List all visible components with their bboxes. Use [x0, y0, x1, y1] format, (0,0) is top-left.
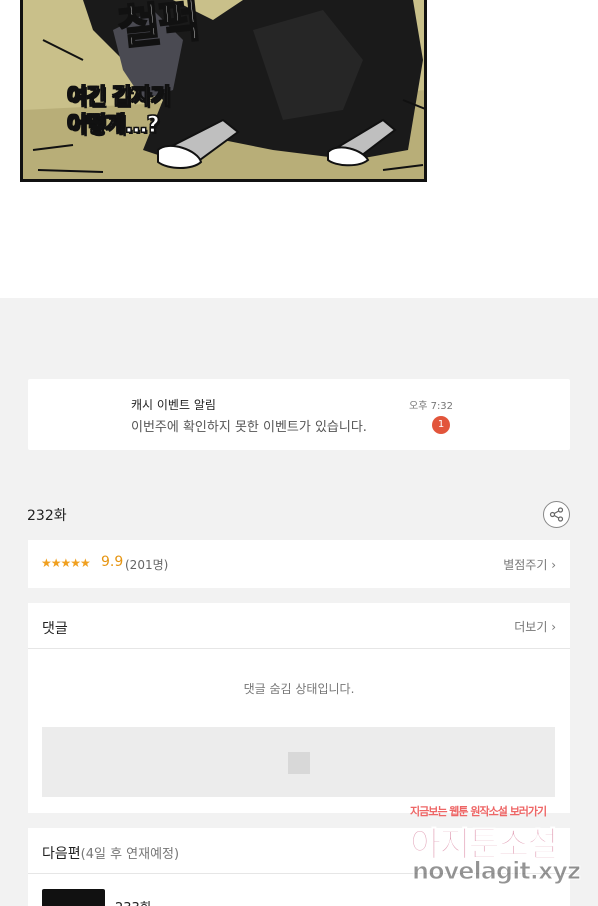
comic-area: 철퍽 여긴 갑자기 어떻게...?	[0, 0, 598, 298]
rating-score: 9.9	[101, 554, 124, 570]
episode-title: 232화	[27, 508, 67, 524]
ad-placeholder[interactable]	[42, 727, 555, 797]
rate-button[interactable]: 별점주기 ›	[503, 556, 556, 573]
comic-caption: 여긴 갑자기 어떻게...?	[67, 84, 172, 140]
comments-header: 댓글 더보기 ›	[28, 603, 570, 649]
notification-title: 캐시 이벤트 알림	[131, 398, 216, 412]
next-episode-thumbnail[interactable]	[42, 889, 105, 906]
share-button[interactable]	[543, 501, 570, 528]
rating-stars: ★★★★★	[41, 556, 91, 570]
next-episode-card: 다음편(4일 후 연재예정) 233화	[28, 828, 570, 906]
notification-badge: 1	[432, 416, 450, 434]
rating-card: ★★★★★ 9.9 (201명) 별점주기 ›	[28, 540, 570, 588]
notification-time: 오후 7:32	[409, 401, 454, 412]
comments-hidden-message: 댓글 숨김 상태입니다.	[243, 682, 355, 696]
image-placeholder-icon	[288, 752, 310, 774]
share-icon	[549, 507, 564, 522]
next-episode-title: 다음편(4일 후 연재예정)	[42, 843, 179, 863]
comments-card: 댓글 더보기 › 댓글 숨김 상태입니다.	[28, 603, 570, 813]
comments-more-button[interactable]: 더보기 ›	[514, 618, 556, 635]
next-episode-number[interactable]: 233화	[115, 897, 152, 906]
caption-line-1: 여긴 갑자기	[67, 85, 172, 111]
notification-message: 이번주에 확인하지 못한 이벤트가 있습니다.	[131, 420, 367, 435]
next-episode-header: 다음편(4일 후 연재예정)	[28, 828, 570, 874]
comic-panel: 철퍽 여긴 갑자기 어떻게...?	[20, 0, 427, 182]
rating-votes: (201명)	[125, 558, 169, 572]
comments-title: 댓글	[42, 621, 68, 637]
next-episode-schedule: (4일 후 연재예정)	[80, 847, 180, 862]
next-episode-label: 다음편	[42, 846, 81, 862]
cash-event-notification[interactable]: 캐시 이벤트 알림 이번주에 확인하지 못한 이벤트가 있습니다. 오후 7:3…	[28, 379, 570, 450]
comic-sfx: 철퍽	[115, 0, 203, 56]
caption-line-2: 어떻게...?	[67, 113, 161, 139]
